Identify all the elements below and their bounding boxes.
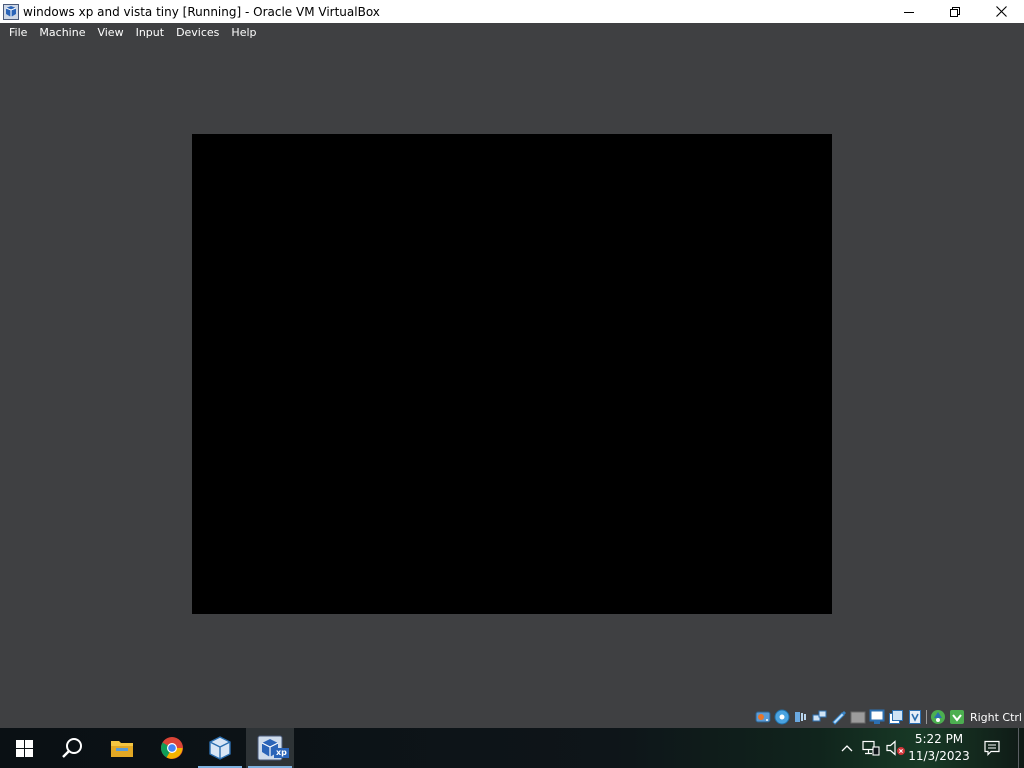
window-title: windows xp and vista tiny [Running] - Or…	[23, 4, 380, 19]
menu-view[interactable]: View	[91, 23, 129, 43]
recording-icon[interactable]	[888, 709, 904, 725]
virtualbox-app-icon	[3, 3, 19, 20]
close-icon	[995, 6, 1007, 17]
mouse-integration-icon[interactable]	[930, 709, 946, 725]
close-button[interactable]	[978, 0, 1024, 23]
search-icon	[62, 738, 82, 758]
restore-icon	[950, 6, 960, 17]
status-separator	[925, 710, 927, 724]
menu-file[interactable]: File	[3, 23, 33, 43]
restore-button[interactable]	[932, 0, 978, 23]
network-icon	[862, 740, 880, 756]
host-key-label: Right Ctrl	[969, 710, 1022, 724]
optical-disk-icon[interactable]	[774, 709, 790, 725]
display-icon[interactable]	[869, 709, 885, 725]
taskbar-clock[interactable]: 5:22 PM 11/3/2023	[902, 728, 976, 768]
shared-folders-icon[interactable]	[850, 709, 866, 725]
taskbar: xp	[0, 728, 1024, 768]
minimize-icon	[904, 11, 914, 13]
start-icon	[15, 739, 33, 757]
chrome-button[interactable]	[148, 728, 196, 768]
title-bar[interactable]: windows xp and vista tiny [Running] - Or…	[0, 0, 1024, 23]
action-center-button[interactable]	[980, 728, 1004, 768]
virtualbox-manager-button[interactable]	[196, 728, 244, 768]
show-hidden-icons-button[interactable]	[836, 728, 858, 768]
clock-time: 5:22 PM	[914, 732, 964, 746]
vm-display[interactable]	[192, 134, 832, 614]
hard-disk-icon[interactable]	[755, 709, 771, 725]
virtualbox-manager-icon	[209, 736, 231, 760]
clock-date: 11/3/2023	[908, 749, 970, 763]
file-explorer-icon	[111, 741, 133, 757]
menu-devices[interactable]: Devices	[170, 23, 225, 43]
virtualbox-vm-button[interactable]: xp	[246, 728, 294, 768]
network-icon[interactable]	[812, 709, 828, 725]
menu-input[interactable]: Input	[130, 23, 170, 43]
network-tray-button[interactable]	[859, 728, 883, 768]
menu-machine[interactable]: Machine	[33, 23, 91, 43]
show-desktop-button[interactable]	[1018, 728, 1019, 768]
keyboard-icon[interactable]	[949, 709, 965, 725]
cpu-icon[interactable]	[907, 709, 923, 725]
chevron-up-icon	[841, 745, 853, 752]
file-explorer-button[interactable]	[98, 728, 146, 768]
vm-status-bar: Right Ctrl	[755, 707, 1024, 727]
minimize-button[interactable]	[886, 0, 932, 23]
start-button[interactable]	[0, 728, 48, 768]
audio-icon[interactable]	[793, 709, 809, 725]
chrome-icon	[161, 737, 183, 759]
action-center-icon	[984, 740, 1000, 756]
vm-xp-badge: xp	[274, 748, 289, 758]
search-button[interactable]	[48, 728, 96, 768]
menu-bar: File Machine View Input Devices Help	[0, 23, 1024, 43]
usb-icon[interactable]	[831, 709, 847, 725]
menu-help[interactable]: Help	[225, 23, 262, 43]
